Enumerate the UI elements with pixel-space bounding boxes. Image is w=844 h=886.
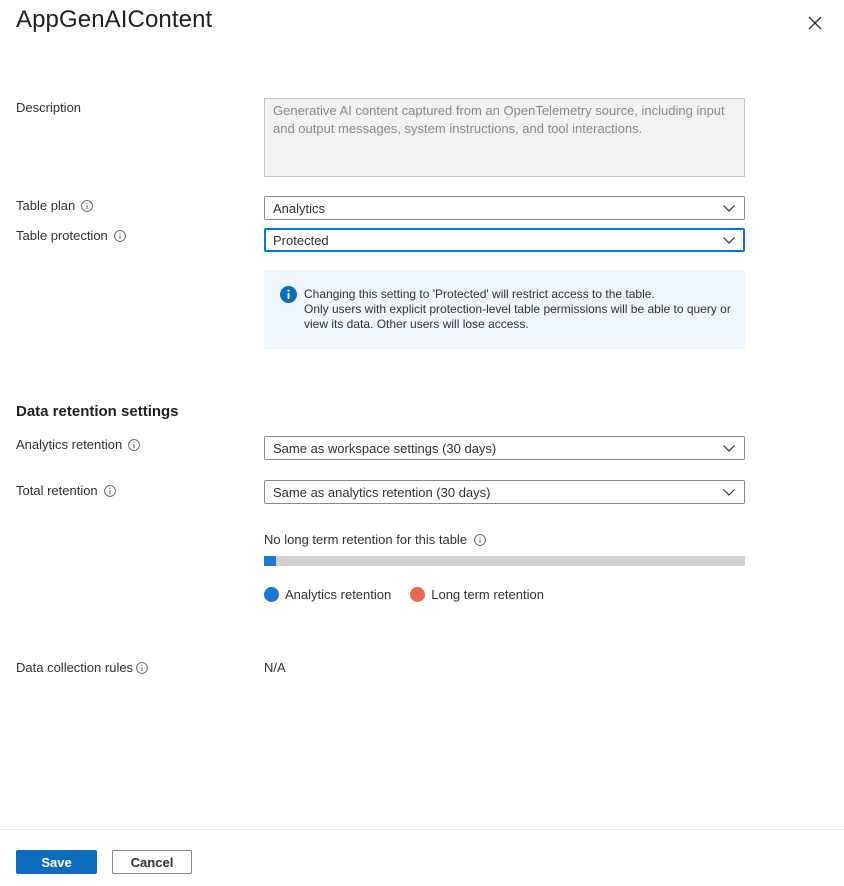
chevron-down-icon (723, 445, 735, 452)
chevron-down-icon (723, 205, 735, 212)
info-icon[interactable] (103, 484, 116, 497)
chevron-down-icon (723, 237, 735, 244)
legend-dot-long-term (410, 587, 426, 602)
legend-dot-analytics (264, 587, 279, 602)
dcr-value: N/A (264, 660, 286, 675)
retention-bar (264, 556, 745, 566)
footer-divider (0, 829, 844, 830)
analytics-retention-label-text: Analytics retention (16, 437, 123, 452)
retention-section-heading: Data retention settings (16, 403, 179, 420)
panel-title: AppGenAIContent (16, 6, 213, 33)
retention-note: No long term retention for this table (264, 532, 486, 547)
info-icon[interactable] (113, 229, 126, 242)
info-filled-icon (280, 286, 297, 303)
analytics-retention-dropdown[interactable]: Same as workspace settings (30 days) (264, 436, 745, 460)
total-retention-label: Total retention (16, 483, 116, 498)
close-button[interactable] (804, 12, 826, 34)
table-protection-value: Protected (273, 232, 329, 248)
retention-note-text: No long term retention for this table (264, 532, 468, 547)
info-icon[interactable] (81, 199, 94, 212)
save-button[interactable]: Save (16, 850, 97, 874)
description-field: Generative AI content captured from an O… (264, 98, 745, 177)
legend-label-analytics: Analytics retention (285, 587, 392, 602)
dcr-label-text: Data collection rules (16, 660, 134, 675)
table-plan-dropdown[interactable]: Analytics (264, 196, 745, 220)
analytics-retention-fill (264, 556, 277, 566)
table-plan-label: Table plan (16, 198, 94, 213)
table-plan-label-text: Table plan (16, 198, 76, 213)
description-label: Description (16, 100, 81, 115)
cancel-button[interactable]: Cancel (112, 850, 192, 874)
analytics-retention-value: Same as workspace settings (30 days) (273, 440, 497, 456)
total-retention-label-text: Total retention (16, 483, 98, 498)
close-icon (808, 16, 822, 30)
info-icon[interactable] (128, 438, 141, 451)
info-bar-line2: Only users with explicit protection-leve… (304, 302, 731, 331)
table-protection-label: Table protection (16, 228, 126, 243)
protection-info-bar: Changing this setting to 'Protected' wil… (264, 270, 745, 349)
info-bar-line1: Changing this setting to 'Protected' wil… (304, 287, 655, 301)
legend-item-long-term: Long term retention (410, 587, 544, 602)
description-label-text: Description (16, 100, 82, 115)
legend-label-long-term: Long term retention (431, 587, 544, 602)
legend-item-analytics: Analytics retention (264, 587, 391, 602)
table-protection-label-text: Table protection (16, 228, 108, 243)
dcr-label: Data collection rules (16, 660, 148, 675)
info-icon[interactable] (474, 533, 486, 546)
info-icon[interactable] (136, 661, 148, 674)
total-retention-value: Same as analytics retention (30 days) (273, 484, 491, 500)
chevron-down-icon (723, 489, 735, 496)
table-protection-dropdown[interactable]: Protected (264, 228, 745, 252)
table-plan-value: Analytics (273, 200, 326, 216)
retention-legend: Analytics retention Long term retention (264, 587, 563, 602)
analytics-retention-label: Analytics retention (16, 437, 141, 452)
total-retention-dropdown[interactable]: Same as analytics retention (30 days) (264, 480, 745, 504)
